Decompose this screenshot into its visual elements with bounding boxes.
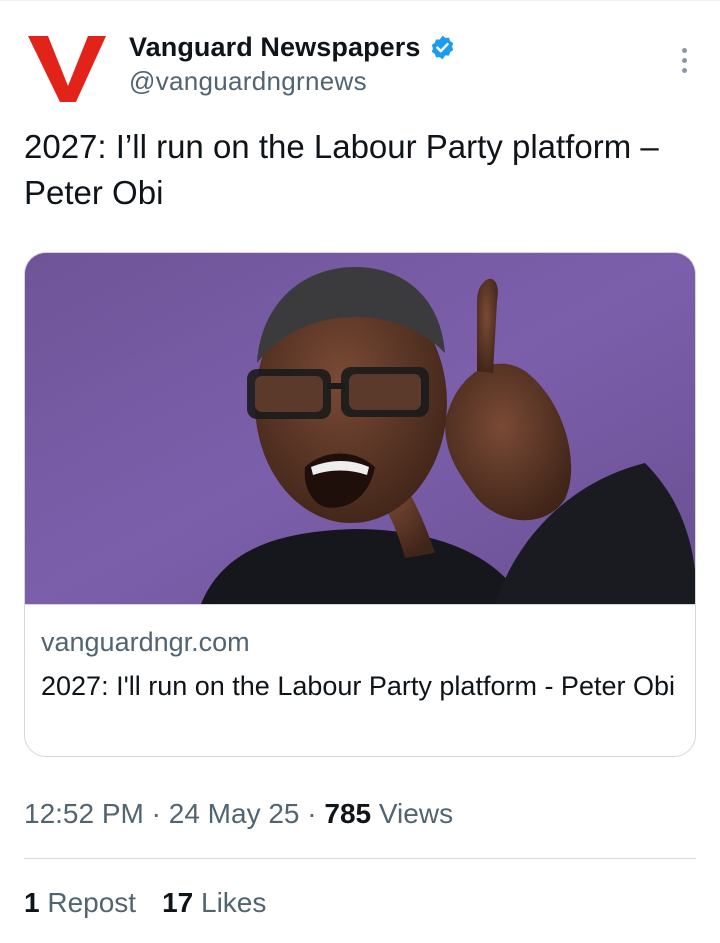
engagement-stats: 1 Repost 17 Likes [24, 887, 266, 919]
views-count: 785 [324, 798, 372, 829]
card-title: 2027: I'll run on the Labour Party platf… [41, 671, 675, 701]
card-image[interactable] [25, 253, 695, 604]
tweet-text: 2027: I’ll run on the Labour Party platf… [24, 128, 659, 211]
reposts-stat[interactable]: 1 Repost [24, 887, 136, 919]
vanguard-logo-avatar[interactable] [24, 28, 110, 108]
card-domain: vanguardngr.com [41, 627, 250, 657]
likes-count: 17 [162, 887, 194, 918]
top-divider [0, 0, 720, 1]
tweet-date[interactable]: 24 May 25 [169, 798, 300, 829]
meta-separator: · [307, 798, 317, 829]
verified-badge-icon[interactable] [429, 34, 456, 61]
likes-stat[interactable]: 17 Likes [162, 887, 266, 919]
author-info[interactable]: Vanguard Newspapers @vanguardngrnews [129, 30, 456, 97]
meta-separator: · [151, 798, 161, 829]
card-divider [25, 604, 695, 605]
meta-divider [24, 858, 696, 859]
reposts-count: 1 [24, 887, 40, 918]
display-name[interactable]: Vanguard Newspapers [129, 32, 421, 63]
views-label: Views [378, 798, 454, 829]
tweet-header: Vanguard Newspapers @vanguardngrnews [24, 28, 696, 108]
reposts-label: Repost [47, 887, 137, 918]
more-vertical-icon[interactable] [672, 44, 696, 76]
likes-label: Likes [201, 887, 267, 918]
tweet-meta: 12:52 PM · 24 May 25 · 785 Views [24, 798, 453, 830]
tweet-time[interactable]: 12:52 PM [24, 798, 144, 829]
link-preview-card[interactable]: vanguardngr.com 2027: I'll run on the La… [24, 252, 696, 757]
user-handle[interactable]: @vanguardngrnews [129, 66, 456, 97]
